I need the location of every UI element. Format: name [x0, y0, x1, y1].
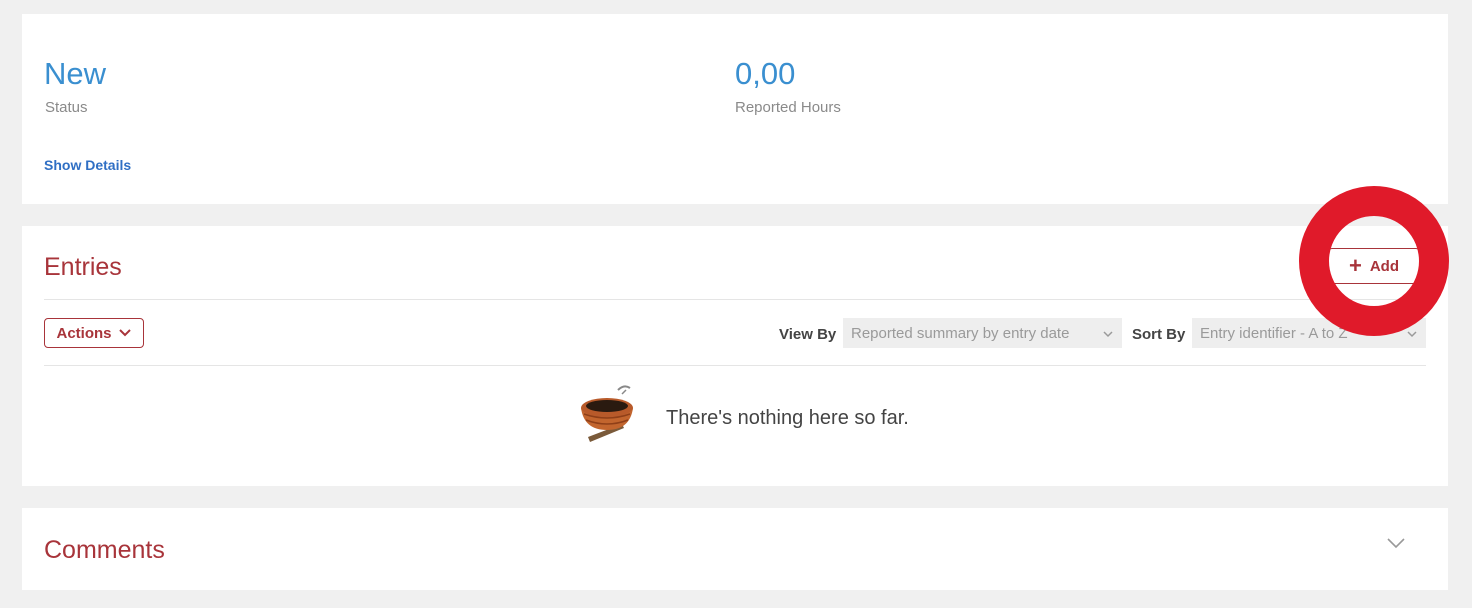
summary-card: New Status 0,00 Reported Hours Show Deta…	[22, 14, 1448, 204]
add-entry-button[interactable]: + Add	[1328, 248, 1420, 284]
status-value: New	[44, 56, 107, 91]
empty-state: There's nothing here so far.	[22, 376, 1448, 456]
divider	[44, 299, 1426, 300]
empty-nest-icon	[570, 382, 644, 457]
chevron-down-icon	[118, 325, 132, 342]
sort-by-select[interactable]: Entry identifier - A to Z	[1192, 318, 1426, 348]
actions-label: Actions	[56, 324, 112, 342]
view-by-label: View By	[779, 326, 837, 343]
chevron-down-icon	[1406, 325, 1418, 341]
reported-hours-value: 0,00	[735, 56, 796, 91]
add-button-label: Add	[1369, 257, 1400, 275]
entries-card: Entries + Add Actions View By Reported s…	[22, 226, 1448, 486]
comments-title: Comments	[44, 536, 165, 564]
view-by-select[interactable]: Reported summary by entry date	[843, 318, 1122, 348]
reported-hours-label: Reported Hours	[735, 99, 841, 116]
view-by-value: Reported summary by entry date	[851, 324, 1070, 342]
sort-by-label: Sort By	[1132, 326, 1186, 343]
sort-by-value: Entry identifier - A to Z	[1200, 324, 1348, 342]
empty-state-message: There's nothing here so far.	[666, 407, 909, 429]
show-details-link[interactable]: Show Details	[44, 157, 131, 173]
plus-icon: +	[1348, 253, 1362, 278]
actions-dropdown-button[interactable]: Actions	[44, 318, 144, 348]
divider	[44, 365, 1426, 366]
comments-card[interactable]: Comments	[22, 508, 1448, 590]
status-label: Status	[45, 99, 88, 116]
chevron-down-icon	[1102, 325, 1114, 341]
chevron-down-icon[interactable]	[1386, 536, 1406, 554]
entries-title: Entries	[44, 253, 122, 281]
